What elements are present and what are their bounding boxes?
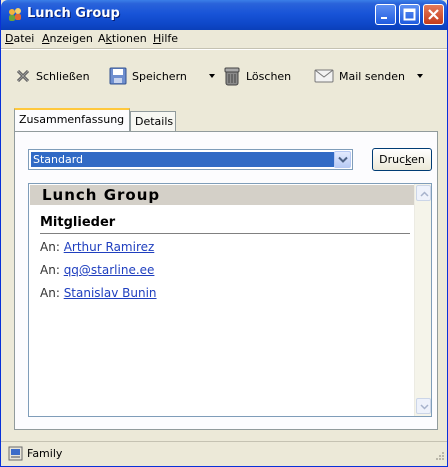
members-divider [40,233,410,234]
layout-select[interactable]: Standard [28,149,353,170]
menu-hilfe-rest: ilfe [161,32,179,45]
close-x-icon [16,69,30,83]
trash-icon [224,67,240,86]
chevron-down-icon [338,156,348,163]
close-window-button[interactable] [423,4,444,25]
save-icon [109,67,127,85]
maximize-button[interactable] [399,4,420,25]
menu-aktionen-a: A [98,32,106,45]
save-label: Speichern [132,69,187,83]
layout-select-value: Standard [31,152,334,167]
send-mail-dropdown-arrow[interactable] [417,74,423,78]
menu-datei-rest: atei [13,32,35,45]
tab-strip: Zusammenfassung Details [1,108,447,132]
summary-content: Lunch Group Mitglieder An: Arthur Ramire… [30,185,414,415]
envelope-icon [314,69,334,83]
status-bar: Family [1,441,447,465]
group-banner-title: Lunch Group [42,186,161,204]
members-heading: Mitglieder [40,215,116,230]
print-label-a: Druc [379,153,406,166]
summary-panel: Standard Drucken Lunch Group Mitglieder … [14,131,438,430]
member-row: An: Arthur Ramirez [40,240,154,254]
minimize-button[interactable] [375,4,396,25]
member-link[interactable]: Stanislav Bunin [64,286,157,300]
member-link[interactable]: qq@starline.ee [64,263,155,277]
close-button[interactable]: Schließen [15,66,90,86]
print-button[interactable]: Drucken [372,148,432,171]
member-prefix: An: [40,263,60,277]
member-link[interactable]: Arthur Ramirez [64,240,155,254]
scroll-down-button[interactable] [416,398,431,414]
group-icon [9,8,21,21]
save-dropdown-arrow[interactable] [209,74,215,78]
group-banner: Lunch Group [30,185,414,205]
print-label-b: en [411,153,425,166]
menu-datei[interactable]: Datei [5,32,34,45]
chevron-up-icon [420,191,429,197]
tab-details-label: Details [135,115,174,128]
menu-anzeigen-rest: nzeigen [49,32,93,45]
vertical-scrollbar[interactable] [414,184,431,416]
summary-viewer: Lunch Group Mitglieder An: Arthur Ramire… [28,183,432,417]
contact-list-window: Lunch Group Datei Anzeigen Aktionen Hilf… [0,0,448,467]
contacts-folder-icon [8,446,23,461]
window-title: Lunch Group [27,6,120,21]
menu-hilfe[interactable]: Hilfe [153,32,178,45]
tab-zusammenfassung[interactable]: Zusammenfassung [14,108,130,131]
close-label: Schließen [36,69,90,83]
delete-button[interactable]: Löschen [223,66,291,86]
layout-select-button[interactable] [334,151,351,168]
menu-anzeigen[interactable]: Anzeigen [42,32,93,45]
close-icon [428,9,439,20]
title-bar[interactable]: Lunch Group [1,0,447,30]
tab-zusammenfassung-label: Zusammenfassung [19,113,125,126]
menu-aktionen[interactable]: Aktionen [98,32,147,45]
scroll-up-button[interactable] [416,185,431,201]
send-mail-label: Mail senden [339,69,406,83]
member-prefix: An: [40,240,60,254]
minimize-icon [381,17,387,19]
save-button[interactable]: Speichern [109,66,187,86]
member-prefix: An: [40,286,60,300]
resize-grip-icon[interactable] [433,451,445,463]
member-row: An: qq@starline.ee [40,263,154,277]
menu-aktionen-rest: tionen [111,32,147,45]
member-row: An: Stanislav Bunin [40,286,157,300]
status-folder-name: Family [27,447,63,460]
tab-details[interactable]: Details [130,111,176,132]
menu-bar: Datei Anzeigen Aktionen Hilfe [1,30,447,48]
delete-label: Löschen [246,69,292,83]
toolbar: Schließen Speichern Löschen Mail senden [1,50,447,100]
chevron-down-icon [420,404,429,410]
send-mail-button[interactable]: Mail senden [314,66,405,86]
maximize-icon [403,8,416,21]
